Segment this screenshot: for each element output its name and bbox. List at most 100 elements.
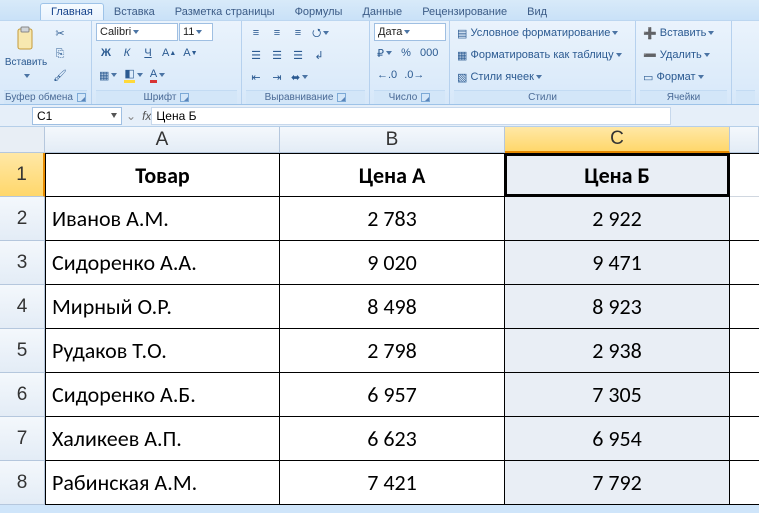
cell-b1[interactable]: Цена А: [280, 153, 505, 197]
row-header-3[interactable]: 3: [0, 241, 45, 285]
row-header-8[interactable]: 8: [0, 461, 45, 505]
align-right-button[interactable]: ☰: [288, 45, 308, 65]
cell-d3[interactable]: [730, 241, 759, 285]
percent-button[interactable]: %: [396, 43, 416, 63]
row-header-1[interactable]: 1: [0, 153, 45, 197]
align-top-button[interactable]: ≡: [246, 23, 266, 43]
insert-cells-button[interactable]: ➕ Вставить: [640, 23, 727, 43]
cell-b5[interactable]: 2 798: [280, 329, 505, 373]
align-bottom-button[interactable]: ≡: [288, 23, 308, 43]
fill-color-button[interactable]: ◧: [121, 65, 145, 85]
tab-data[interactable]: Данные: [352, 4, 412, 20]
cell-b4[interactable]: 8 498: [280, 285, 505, 329]
font-color-button[interactable]: A: [147, 65, 168, 85]
format-painter-button[interactable]: 🖌: [50, 65, 70, 85]
merge-button[interactable]: ⬌: [288, 67, 311, 87]
group-alignment: ≡ ≡ ≡ ⭯ ☰ ☰ ☰ ↲ ⇤ ⇥ ⬌ Выравнивание: [242, 21, 370, 104]
row-header-6[interactable]: 6: [0, 373, 45, 417]
row-header-4[interactable]: 4: [0, 285, 45, 329]
number-format-combo[interactable]: Дата: [374, 23, 446, 41]
tab-home[interactable]: Главная: [40, 3, 104, 20]
align-center-button[interactable]: ☰: [267, 45, 287, 65]
copy-button[interactable]: ⎘: [50, 44, 70, 64]
cell-styles-button[interactable]: ▧ Стили ячеек: [454, 67, 631, 87]
cell-b2[interactable]: 2 783: [280, 197, 505, 241]
format-cells-button[interactable]: ▭ Формат: [640, 67, 727, 87]
fx-dropdown-icon[interactable]: ⌄: [126, 109, 136, 123]
cell-d6[interactable]: [730, 373, 759, 417]
italic-button[interactable]: К: [117, 43, 137, 63]
row-header-5[interactable]: 5: [0, 329, 45, 373]
tab-view[interactable]: Вид: [517, 4, 557, 20]
dialog-launcher-icon[interactable]: [337, 93, 346, 102]
bold-button[interactable]: Ж: [96, 43, 116, 63]
cell-d7[interactable]: [730, 417, 759, 461]
format-as-table-button[interactable]: ▦ Форматировать как таблицу: [454, 45, 631, 65]
cell-b8[interactable]: 7 421: [280, 461, 505, 505]
cell-d4[interactable]: [730, 285, 759, 329]
name-box[interactable]: C1: [32, 107, 122, 125]
cell-c3[interactable]: 9 471: [505, 241, 730, 285]
row-header-2[interactable]: 2: [0, 197, 45, 241]
cell-a1[interactable]: Товар: [45, 153, 280, 197]
tab-page-layout[interactable]: Разметка страницы: [165, 4, 285, 20]
comma-button[interactable]: 000: [417, 43, 441, 63]
cell-c1[interactable]: Цена Б: [505, 153, 730, 197]
orientation-button[interactable]: ⭯: [309, 23, 332, 43]
accounting-format-button[interactable]: ₽: [374, 43, 395, 63]
cell-c7[interactable]: 6 954: [505, 417, 730, 461]
grow-font-button[interactable]: A▲: [159, 43, 179, 63]
cell-a4[interactable]: Мирный О.Р.: [45, 285, 280, 329]
col-header-extra[interactable]: [730, 127, 759, 153]
cell-b6[interactable]: 6 957: [280, 373, 505, 417]
cell-a3[interactable]: Сидоренко А.А.: [45, 241, 280, 285]
col-header-c[interactable]: C: [505, 127, 730, 153]
cell-a8[interactable]: Рабинская А.М.: [45, 461, 280, 505]
tab-review[interactable]: Рецензирование: [412, 4, 517, 20]
increase-decimal-button[interactable]: ←.0: [374, 65, 400, 85]
cond-format-icon: ▤: [457, 27, 467, 40]
col-header-a[interactable]: A: [45, 127, 280, 153]
select-all-corner[interactable]: [0, 127, 45, 153]
cell-d8[interactable]: [730, 461, 759, 505]
cell-a7[interactable]: Халикеев А.П.: [45, 417, 280, 461]
cell-a5[interactable]: Рудаков Т.О.: [45, 329, 280, 373]
decrease-decimal-button[interactable]: .0→: [401, 65, 427, 85]
cut-button[interactable]: ✂: [50, 23, 70, 43]
delete-cells-button[interactable]: ➖ Удалить: [640, 45, 727, 65]
font-name-combo[interactable]: Calibri: [96, 23, 178, 41]
group-cells-title: Ячейки: [667, 92, 701, 103]
fx-icon[interactable]: fx: [142, 109, 151, 123]
shrink-font-button[interactable]: A▼: [180, 43, 200, 63]
borders-button[interactable]: ▦: [96, 65, 120, 85]
cell-a6[interactable]: Сидоренко А.Б.: [45, 373, 280, 417]
cell-c8[interactable]: 7 792: [505, 461, 730, 505]
cell-b3[interactable]: 9 020: [280, 241, 505, 285]
cell-d1[interactable]: [730, 153, 759, 197]
cell-c4[interactable]: 8 923: [505, 285, 730, 329]
conditional-formatting-button[interactable]: ▤ Условное форматирование: [454, 23, 631, 43]
underline-button[interactable]: Ч: [138, 43, 158, 63]
wrap-text-button[interactable]: ↲: [309, 45, 329, 65]
formula-input[interactable]: Цена Б: [151, 107, 671, 125]
dialog-launcher-icon[interactable]: [180, 93, 189, 102]
decrease-indent-button[interactable]: ⇤: [246, 67, 266, 87]
cell-a2[interactable]: Иванов А.М.: [45, 197, 280, 241]
increase-indent-button[interactable]: ⇥: [267, 67, 287, 87]
dialog-launcher-icon[interactable]: [77, 93, 86, 102]
align-middle-button[interactable]: ≡: [267, 23, 287, 43]
cell-c5[interactable]: 2 938: [505, 329, 730, 373]
cell-b7[interactable]: 6 623: [280, 417, 505, 461]
paste-button[interactable]: Вставить: [4, 23, 48, 83]
col-header-b[interactable]: B: [280, 127, 505, 153]
dialog-launcher-icon[interactable]: [421, 93, 430, 102]
tab-formulas[interactable]: Формулы: [285, 4, 353, 20]
cell-c6[interactable]: 7 305: [505, 373, 730, 417]
align-left-button[interactable]: ☰: [246, 45, 266, 65]
font-size-combo[interactable]: 11: [179, 23, 213, 41]
tab-insert[interactable]: Вставка: [104, 4, 165, 20]
cell-d2[interactable]: [730, 197, 759, 241]
row-header-7[interactable]: 7: [0, 417, 45, 461]
cell-d5[interactable]: [730, 329, 759, 373]
cell-c2[interactable]: 2 922: [505, 197, 730, 241]
